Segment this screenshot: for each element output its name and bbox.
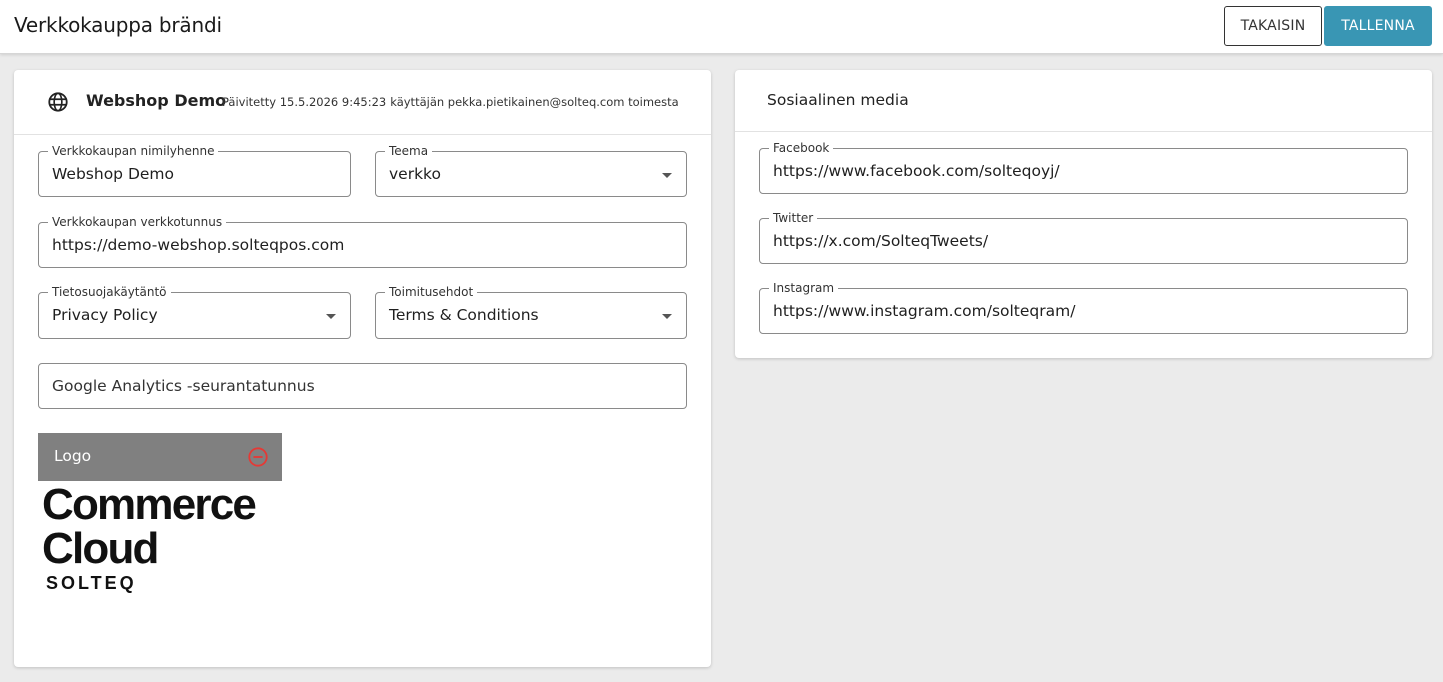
instagram-label: Instagram xyxy=(769,281,839,295)
theme-select[interactable]: Teema verkko xyxy=(375,144,687,197)
short-name-field[interactable]: Verkkokaupan nimilyhenne Webshop Demo xyxy=(38,144,351,197)
social-media-title: Sosiaalinen media xyxy=(767,91,909,109)
logo-image: Commerce Cloud SOLTEQ xyxy=(42,480,282,594)
chevron-down-icon xyxy=(662,314,672,319)
terms-label: Toimitusehdot xyxy=(385,285,478,299)
store-settings-card: Webshop Demo Päivitetty 15.5.2026 9:45:2… xyxy=(14,70,711,667)
theme-label: Teema xyxy=(385,144,433,158)
facebook-label: Facebook xyxy=(769,141,834,155)
analytics-placeholder: Google Analytics -seurantatunnus xyxy=(52,377,315,395)
save-button[interactable]: TALLENNA xyxy=(1324,6,1432,46)
domain-label: Verkkokaupan verkkotunnus xyxy=(48,215,227,229)
privacy-policy-value: Privacy Policy xyxy=(52,306,158,324)
terms-select[interactable]: Toimitusehdot Terms & Conditions xyxy=(375,285,687,339)
short-name-label: Verkkokaupan nimilyhenne xyxy=(48,144,219,158)
short-name-value: Webshop Demo xyxy=(52,165,174,183)
updated-by: käyttäjän pekka.pietikainen@solteq.com t… xyxy=(390,95,679,109)
domain-field[interactable]: Verkkokaupan verkkotunnus https://demo-w… xyxy=(38,215,687,268)
instagram-field[interactable]: Instagram https://www.instagram.com/solt… xyxy=(759,281,1408,334)
logo-header: Logo xyxy=(38,433,282,481)
instagram-value: https://www.instagram.com/solteqram/ xyxy=(773,302,1076,320)
domain-value: https://demo-webshop.solteqpos.com xyxy=(52,236,345,254)
twitter-field[interactable]: Twitter https://x.com/SolteqTweets/ xyxy=(759,211,1408,264)
chevron-down-icon xyxy=(662,173,672,178)
minus-circle-icon[interactable] xyxy=(247,446,269,468)
privacy-policy-select[interactable]: Tietosuojakäytäntö Privacy Policy xyxy=(38,285,351,339)
back-button[interactable]: TAKAISIN xyxy=(1224,6,1322,46)
updated-timestamp: Päivitetty 15.5.2026 9:45:23 xyxy=(222,95,387,109)
facebook-field[interactable]: Facebook https://www.facebook.com/solteq… xyxy=(759,141,1408,194)
theme-value: verkko xyxy=(389,165,441,183)
twitter-value: https://x.com/SolteqTweets/ xyxy=(773,232,989,250)
terms-value: Terms & Conditions xyxy=(389,306,539,324)
store-name: Webshop Demo xyxy=(86,91,227,110)
logo-text-commerce: Commerce xyxy=(42,480,257,529)
logo-label: Logo xyxy=(54,447,92,465)
chevron-down-icon xyxy=(326,314,336,319)
page-title: Verkkokauppa brändi xyxy=(14,13,222,37)
top-bar: Verkkokauppa brändi TAKAISIN TALLENNA xyxy=(0,0,1443,54)
privacy-policy-label: Tietosuojakäytäntö xyxy=(48,285,171,299)
twitter-label: Twitter xyxy=(769,211,818,225)
social-media-card: Sosiaalinen media Facebook https://www.f… xyxy=(735,70,1432,358)
store-card-header: Webshop Demo Päivitetty 15.5.2026 9:45:2… xyxy=(14,70,711,135)
analytics-input[interactable]: Google Analytics -seurantatunnus xyxy=(38,363,687,409)
globe-icon xyxy=(48,92,68,112)
social-card-header: Sosiaalinen media xyxy=(735,70,1432,132)
facebook-value: https://www.facebook.com/solteqoyj/ xyxy=(773,162,1060,180)
updated-info: Päivitetty 15.5.2026 9:45:23 käyttäjän pe… xyxy=(222,95,683,109)
logo-text-cloud: Cloud xyxy=(42,524,159,573)
logo-text-solteq: SOLTEQ xyxy=(46,573,137,593)
